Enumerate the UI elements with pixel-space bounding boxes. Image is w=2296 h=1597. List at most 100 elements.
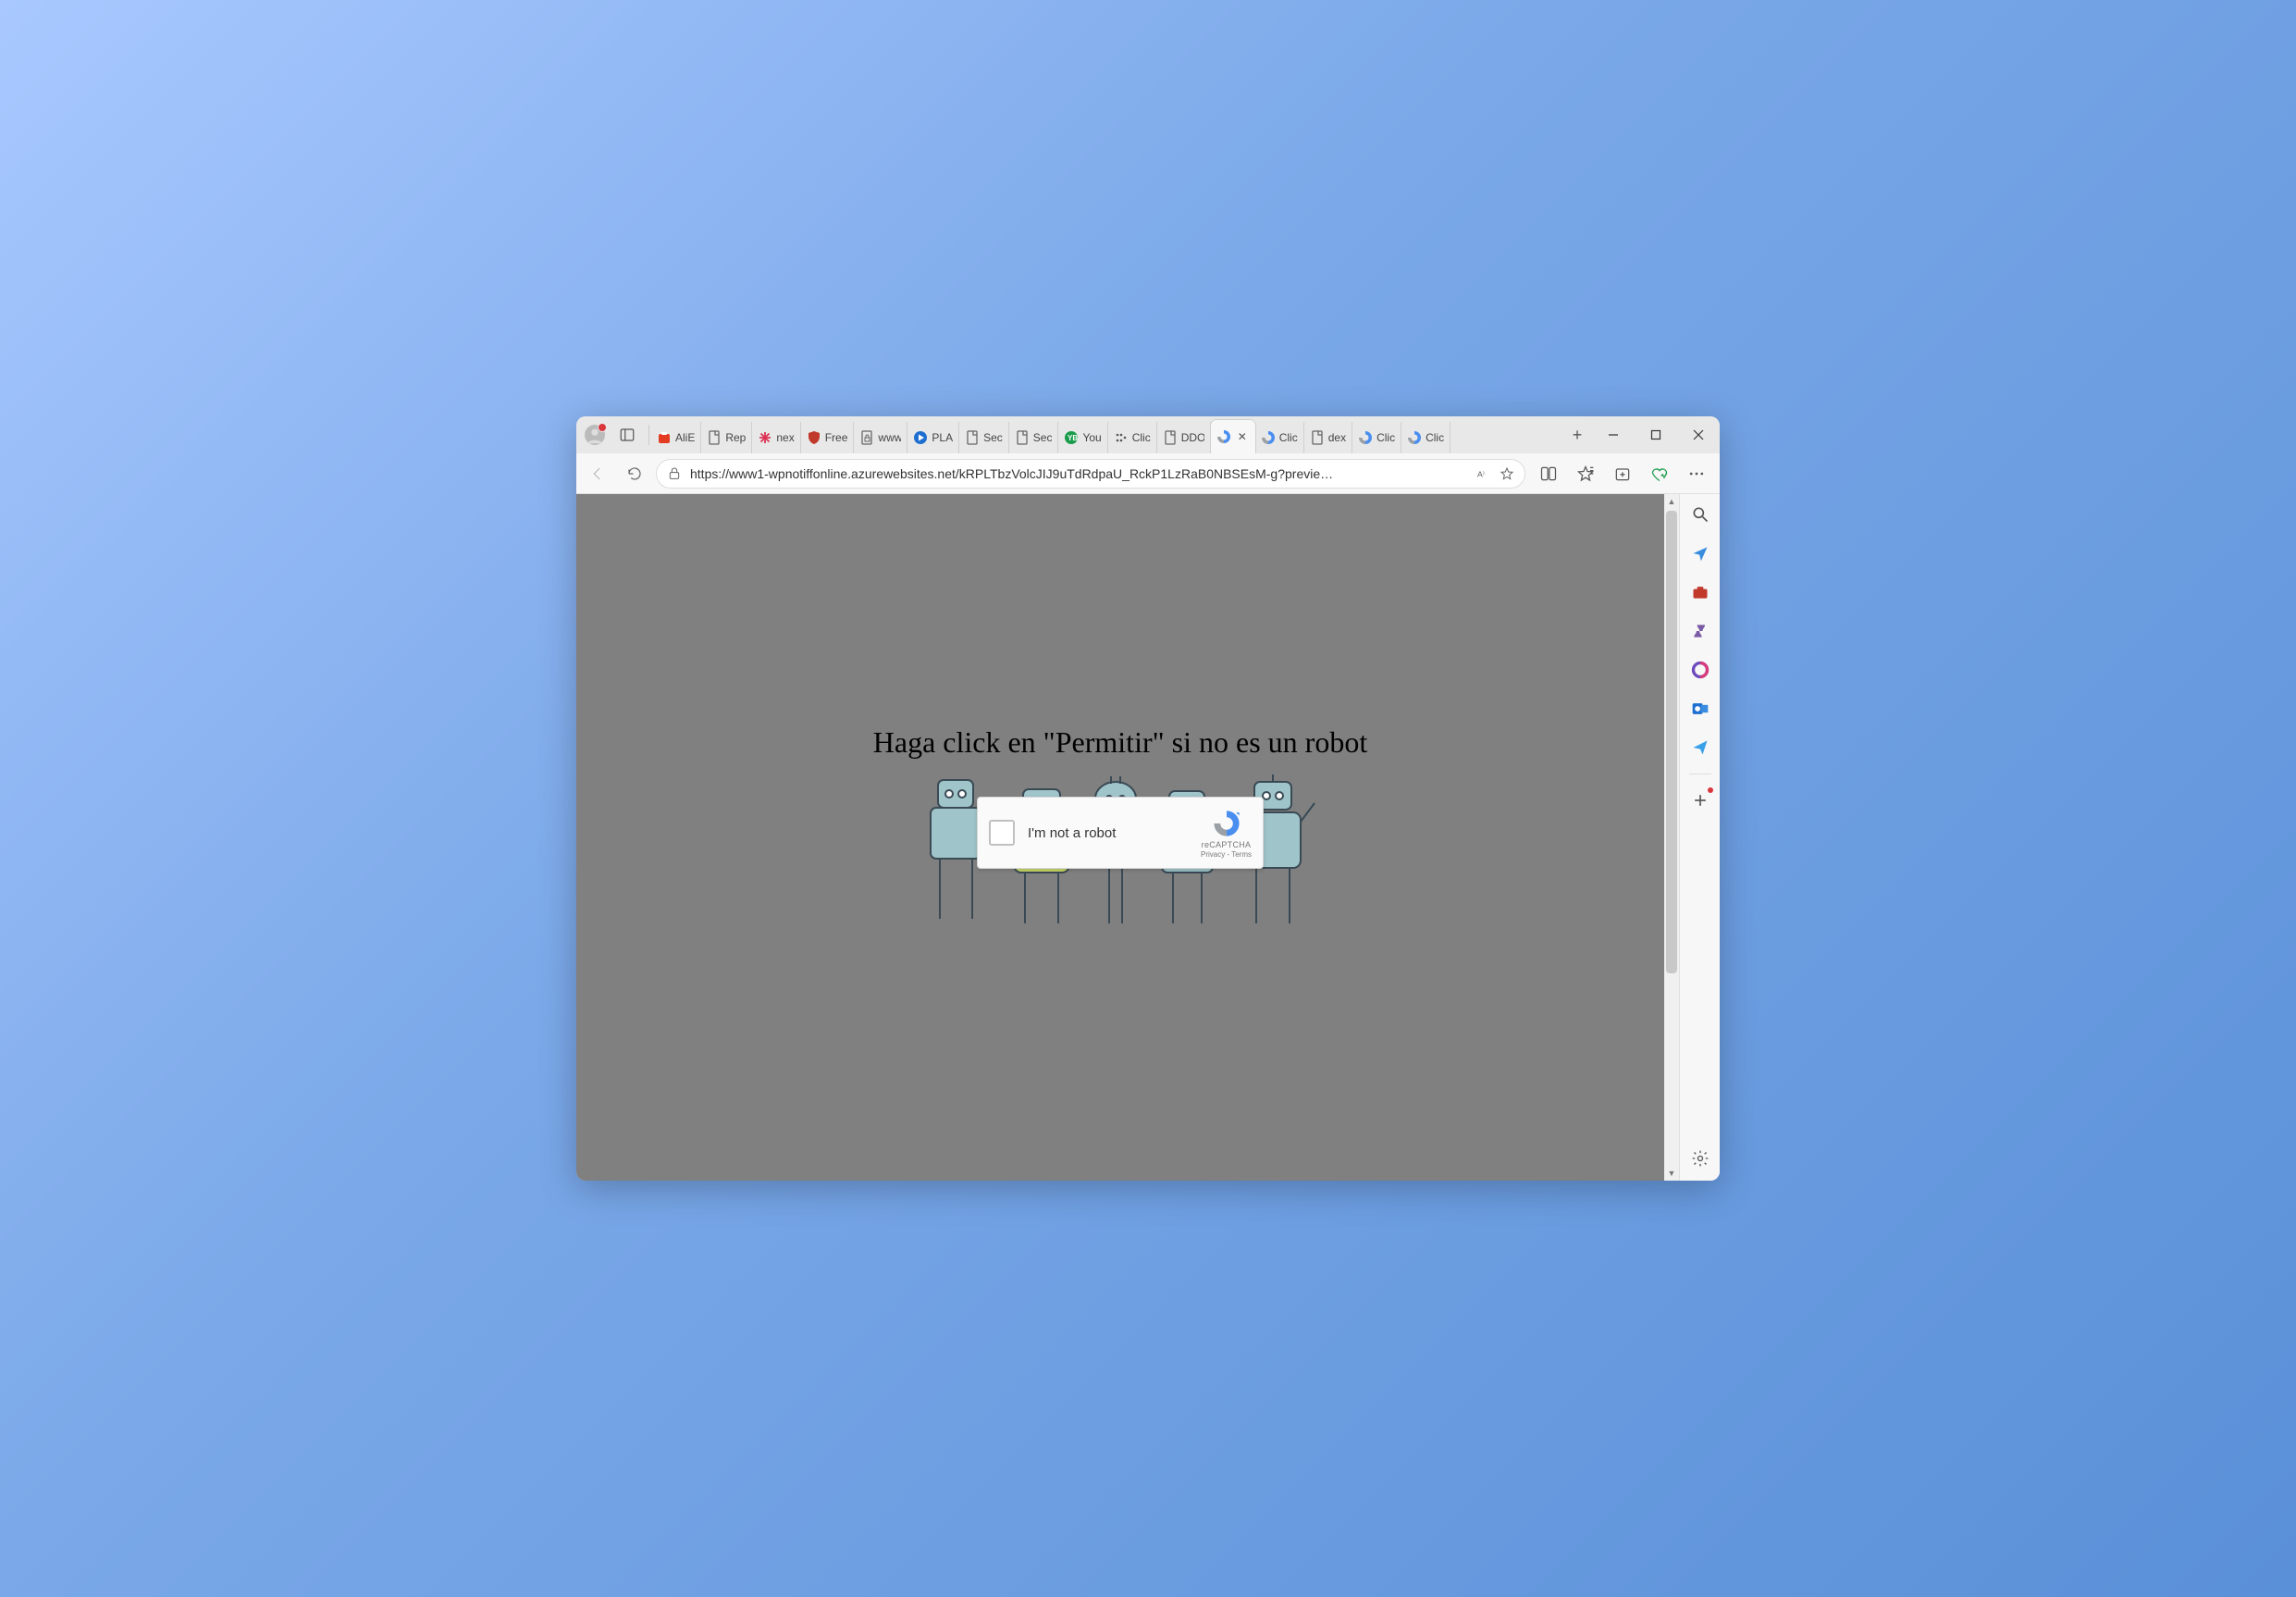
recaptcha-favicon-icon	[1216, 429, 1231, 444]
dots-favicon-icon	[1114, 430, 1129, 445]
sidebar-games-icon[interactable]	[1687, 618, 1713, 644]
tab-label: Sec	[983, 431, 1003, 444]
robots-illustration: I'm not a robot reCAPTCHA Privacy - Term…	[921, 771, 1319, 937]
tab-strip: AliE Rep nex Free www PLA Sec Sec YB You Clic DDO ✕ C…	[651, 416, 1562, 453]
sidebar-add-button[interactable]	[1687, 787, 1713, 813]
recaptcha-favicon-icon	[1407, 430, 1422, 445]
recaptcha-brand: reCAPTCHA	[1202, 840, 1252, 849]
tab-label: Clic	[1376, 431, 1395, 444]
profile-button[interactable]	[576, 416, 613, 453]
tab[interactable]: Clic	[1255, 422, 1304, 453]
recaptcha-checkbox[interactable]	[989, 820, 1015, 846]
tab-label: Clic	[1132, 431, 1151, 444]
favorite-star-icon[interactable]	[1499, 465, 1515, 482]
maximize-button[interactable]	[1635, 416, 1677, 453]
tab[interactable]: PLA	[907, 422, 959, 453]
tab-label: DDO	[1181, 431, 1204, 444]
page-lock-favicon-icon	[859, 430, 874, 445]
tab[interactable]: DDO	[1157, 422, 1211, 453]
tab[interactable]: Rep	[701, 422, 752, 453]
recaptcha-label: I'm not a robot	[1028, 825, 1188, 841]
sidebar-send-icon[interactable]	[1687, 735, 1713, 761]
tab[interactable]: AliE	[651, 422, 701, 453]
recaptcha-favicon-icon	[1261, 430, 1276, 445]
page-viewport: Haga click en "Permitir" si no es un rob…	[576, 494, 1664, 1181]
tab-label: Rep	[725, 431, 746, 444]
back-button[interactable]	[582, 458, 613, 489]
content-row: Haga click en "Permitir" si no es un rob…	[576, 494, 1720, 1181]
recaptcha-links: Privacy - Terms	[1201, 850, 1252, 859]
tab-label: You	[1082, 431, 1101, 444]
svg-text:YB: YB	[1068, 434, 1078, 442]
recaptcha-widget: I'm not a robot reCAPTCHA Privacy - Term…	[977, 797, 1264, 869]
scroll-down-arrow[interactable]: ▼	[1664, 1166, 1679, 1181]
asterisk-favicon-icon	[758, 430, 772, 445]
page-favicon-icon	[1310, 430, 1325, 445]
tab[interactable]: Sec	[1009, 422, 1059, 453]
tab-label: AliE	[675, 431, 695, 444]
tab[interactable]: ✕	[1211, 420, 1255, 453]
recaptcha-favicon-icon	[1358, 430, 1373, 445]
circle-favicon-icon: YB	[1064, 430, 1079, 445]
refresh-button[interactable]	[619, 458, 650, 489]
sidebar-outlook-icon[interactable]	[1687, 696, 1713, 722]
tab-actions-button[interactable]	[613, 421, 641, 449]
performance-icon[interactable]	[1642, 458, 1677, 489]
page-favicon-icon	[1015, 430, 1030, 445]
tab-label: Clic	[1426, 431, 1444, 444]
tab[interactable]: Clic	[1108, 422, 1157, 453]
page-heading: Haga click en "Permitir" si no es un rob…	[873, 725, 1367, 760]
tab[interactable]: dex	[1304, 422, 1352, 453]
edge-sidebar	[1679, 494, 1720, 1181]
tab[interactable]: nex	[752, 422, 800, 453]
tab[interactable]: www	[854, 422, 907, 453]
tab-close-button[interactable]: ✕	[1235, 429, 1250, 444]
window-controls	[1592, 416, 1720, 453]
reader-mode-icon[interactable]: A⁾	[1475, 465, 1491, 482]
url-text: https://www1-wpnotiffonline.azurewebsite…	[690, 466, 1467, 481]
address-bar[interactable]: https://www1-wpnotiffonline.azurewebsite…	[656, 459, 1525, 489]
bag-favicon-icon	[657, 430, 672, 445]
menu-button[interactable]	[1679, 458, 1714, 489]
tab[interactable]: Free	[801, 422, 855, 453]
favorites-icon[interactable]	[1568, 458, 1603, 489]
avatar-icon	[585, 425, 605, 445]
toolbar: https://www1-wpnotiffonline.azurewebsite…	[576, 453, 1720, 494]
site-identity-icon[interactable]	[666, 465, 683, 482]
tab-label: www	[878, 431, 901, 444]
tab[interactable]: YB You	[1058, 422, 1107, 453]
toolbar-right	[1531, 458, 1714, 489]
close-window-button[interactable]	[1677, 416, 1720, 453]
sidebar-settings-icon[interactable]	[1687, 1145, 1713, 1171]
page-favicon-icon	[1163, 430, 1178, 445]
tab[interactable]: Clic	[1352, 422, 1401, 453]
tab-label: Free	[825, 431, 848, 444]
tab-label: dex	[1328, 431, 1346, 444]
sidebar-shopping-icon[interactable]	[1687, 540, 1713, 566]
sidebar-office-icon[interactable]	[1687, 657, 1713, 683]
recaptcha-logo: reCAPTCHA Privacy - Terms	[1201, 808, 1252, 859]
tab-label: Clic	[1279, 431, 1298, 444]
tab-label: nex	[776, 431, 794, 444]
play-favicon-icon	[913, 430, 928, 445]
recaptcha-privacy-link[interactable]: Privacy	[1201, 850, 1225, 859]
scroll-up-arrow[interactable]: ▲	[1664, 494, 1679, 509]
scroll-thumb[interactable]	[1666, 511, 1677, 973]
page-favicon-icon	[707, 430, 722, 445]
recaptcha-icon	[1211, 808, 1242, 839]
svg-text:A⁾: A⁾	[1477, 469, 1485, 478]
shield-favicon-icon	[807, 430, 821, 445]
sidebar-search-icon[interactable]	[1687, 501, 1713, 527]
split-screen-icon[interactable]	[1531, 458, 1566, 489]
collections-icon[interactable]	[1605, 458, 1640, 489]
tab[interactable]: Clic	[1401, 422, 1450, 453]
vertical-scrollbar[interactable]: ▲ ▼	[1664, 494, 1679, 1181]
titlebar: AliE Rep nex Free www PLA Sec Sec YB You Clic DDO ✕ C…	[576, 416, 1720, 453]
tab[interactable]: Sec	[959, 422, 1009, 453]
new-tab-button[interactable]: +	[1562, 420, 1592, 450]
minimize-button[interactable]	[1592, 416, 1635, 453]
separator	[648, 425, 649, 445]
sidebar-tools-icon[interactable]	[1687, 579, 1713, 605]
recaptcha-terms-link[interactable]: Terms	[1231, 850, 1252, 859]
browser-window: AliE Rep nex Free www PLA Sec Sec YB You Clic DDO ✕ C…	[576, 416, 1720, 1181]
